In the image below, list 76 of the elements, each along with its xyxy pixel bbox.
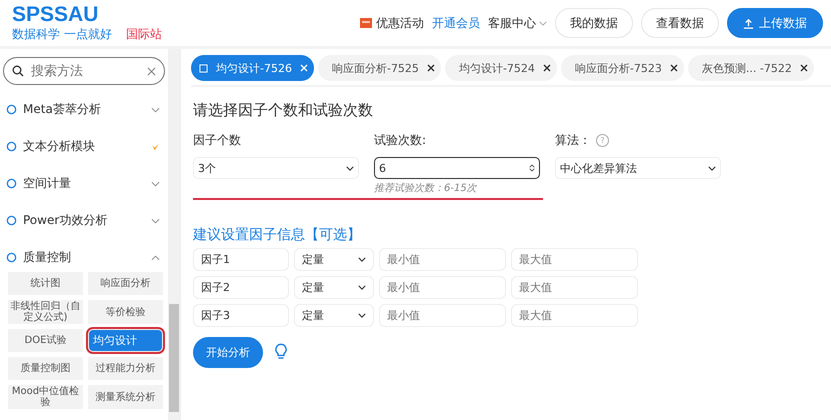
check-mark-icon [151, 142, 160, 150]
tab[interactable]: 响应面分析-7525 [318, 55, 441, 81]
category-icon [6, 215, 17, 226]
factor-name-field[interactable]: 因子1 [193, 248, 289, 270]
start-analysis-button[interactable]: 开始分析 [193, 336, 263, 368]
chevron-icon [358, 256, 366, 262]
sidebar-item[interactable]: 文本分析模块 [3, 128, 168, 165]
hint-text: 推荐试验次数：6-15次 [374, 182, 478, 195]
tab[interactable]: 响应面分析-7523 [560, 55, 684, 81]
method-button[interactable]: 非线性回归（自定义公式) [8, 300, 83, 324]
factor-type-select[interactable]: 定量 [294, 304, 374, 326]
spinner-icon[interactable] [529, 163, 535, 173]
category-icon [6, 104, 17, 115]
max-value-field[interactable]: 最大值 [511, 304, 638, 326]
nav-link[interactable]: 客服中心 [488, 14, 547, 32]
chevron-icon [346, 166, 354, 170]
sidebar-item[interactable]: 空间计量 [3, 165, 168, 202]
method-button[interactable]: DOE试验 [8, 329, 83, 352]
field-label: 算法： [555, 132, 591, 149]
min-value-field[interactable]: 最小值 [379, 248, 506, 270]
intl-link[interactable]: 国际站 [126, 26, 162, 42]
method-button[interactable]: 等价检验 [88, 300, 163, 324]
method-button[interactable]: 均匀设计 [88, 329, 163, 352]
close-icon[interactable] [800, 64, 808, 72]
chevron-icon [708, 166, 716, 170]
tab[interactable]: 均匀设计-7524 [444, 55, 557, 81]
scrollbar-thumb[interactable] [169, 304, 179, 412]
search-input[interactable]: 搜索方法 [29, 62, 142, 80]
tagline: 数据科学 一点就好 [12, 26, 112, 42]
factor-type-select[interactable]: 定量 [294, 276, 374, 298]
factor-name-field[interactable]: 因子3 [193, 304, 289, 326]
close-icon[interactable] [426, 64, 435, 72]
method-button[interactable]: 响应面分析 [88, 272, 163, 295]
field-label: 因子个数 [193, 132, 242, 149]
header-button[interactable]: 我的数据 [555, 8, 633, 38]
sidebar-item[interactable]: Power功效分析 [3, 202, 168, 239]
sidebar-item[interactable]: Meta荟萃分析 [3, 91, 168, 128]
caret-icon [539, 20, 547, 26]
max-value-field[interactable]: 最大值 [511, 248, 638, 270]
factor-count-select[interactable]: 3个 [193, 157, 359, 179]
section-title: 建议设置因子信息【可选】 [193, 226, 362, 244]
field-label: 试验次数: [374, 132, 428, 149]
header-button[interactable]: 上传数据 [727, 8, 823, 38]
upload-icon [743, 18, 754, 28]
method-button[interactable]: Mood中位值检验 [8, 385, 83, 409]
chevron-icon [358, 284, 366, 290]
header-button[interactable]: 查看数据 [641, 8, 719, 38]
logo[interactable]: SPSSAU [12, 4, 162, 26]
min-value-field[interactable]: 最小值 [379, 304, 506, 326]
edit-icon [199, 64, 208, 72]
clear-icon[interactable] [147, 66, 156, 76]
close-icon[interactable] [670, 64, 678, 72]
method-button[interactable]: 质量控制图 [8, 357, 83, 380]
search-icon [12, 65, 24, 77]
category-icon [6, 141, 17, 152]
method-button[interactable]: 过程能力分析 [88, 357, 163, 380]
category-icon [6, 178, 17, 189]
tab[interactable]: 灰色预测... -7522 [688, 55, 814, 81]
factor-type-select[interactable]: 定量 [294, 248, 374, 270]
form-title: 请选择因子个数和试验次数 [193, 101, 374, 120]
nav-link[interactable]: 开通会员 [432, 14, 480, 32]
max-value-field[interactable]: 最大值 [511, 276, 638, 298]
close-icon[interactable] [542, 64, 551, 72]
promo-icon [360, 18, 372, 28]
chevron-icon [358, 312, 366, 318]
method-button[interactable]: 统计图 [8, 272, 83, 295]
lightbulb-icon[interactable] [275, 343, 287, 361]
nav-link[interactable]: 优惠活动 [376, 14, 424, 32]
search-field[interactable]: 搜索方法 [3, 57, 165, 85]
factor-name-field[interactable]: 因子2 [193, 276, 289, 298]
category-icon [6, 252, 17, 263]
trials-input[interactable]: 6 [374, 157, 540, 179]
tab[interactable]: 均匀设计-7526 [191, 55, 314, 81]
algorithm-select[interactable]: 中心化差异算法 [555, 157, 721, 179]
min-value-field[interactable]: 最小值 [379, 276, 506, 298]
method-button[interactable]: 测量系统分析 [88, 385, 163, 409]
